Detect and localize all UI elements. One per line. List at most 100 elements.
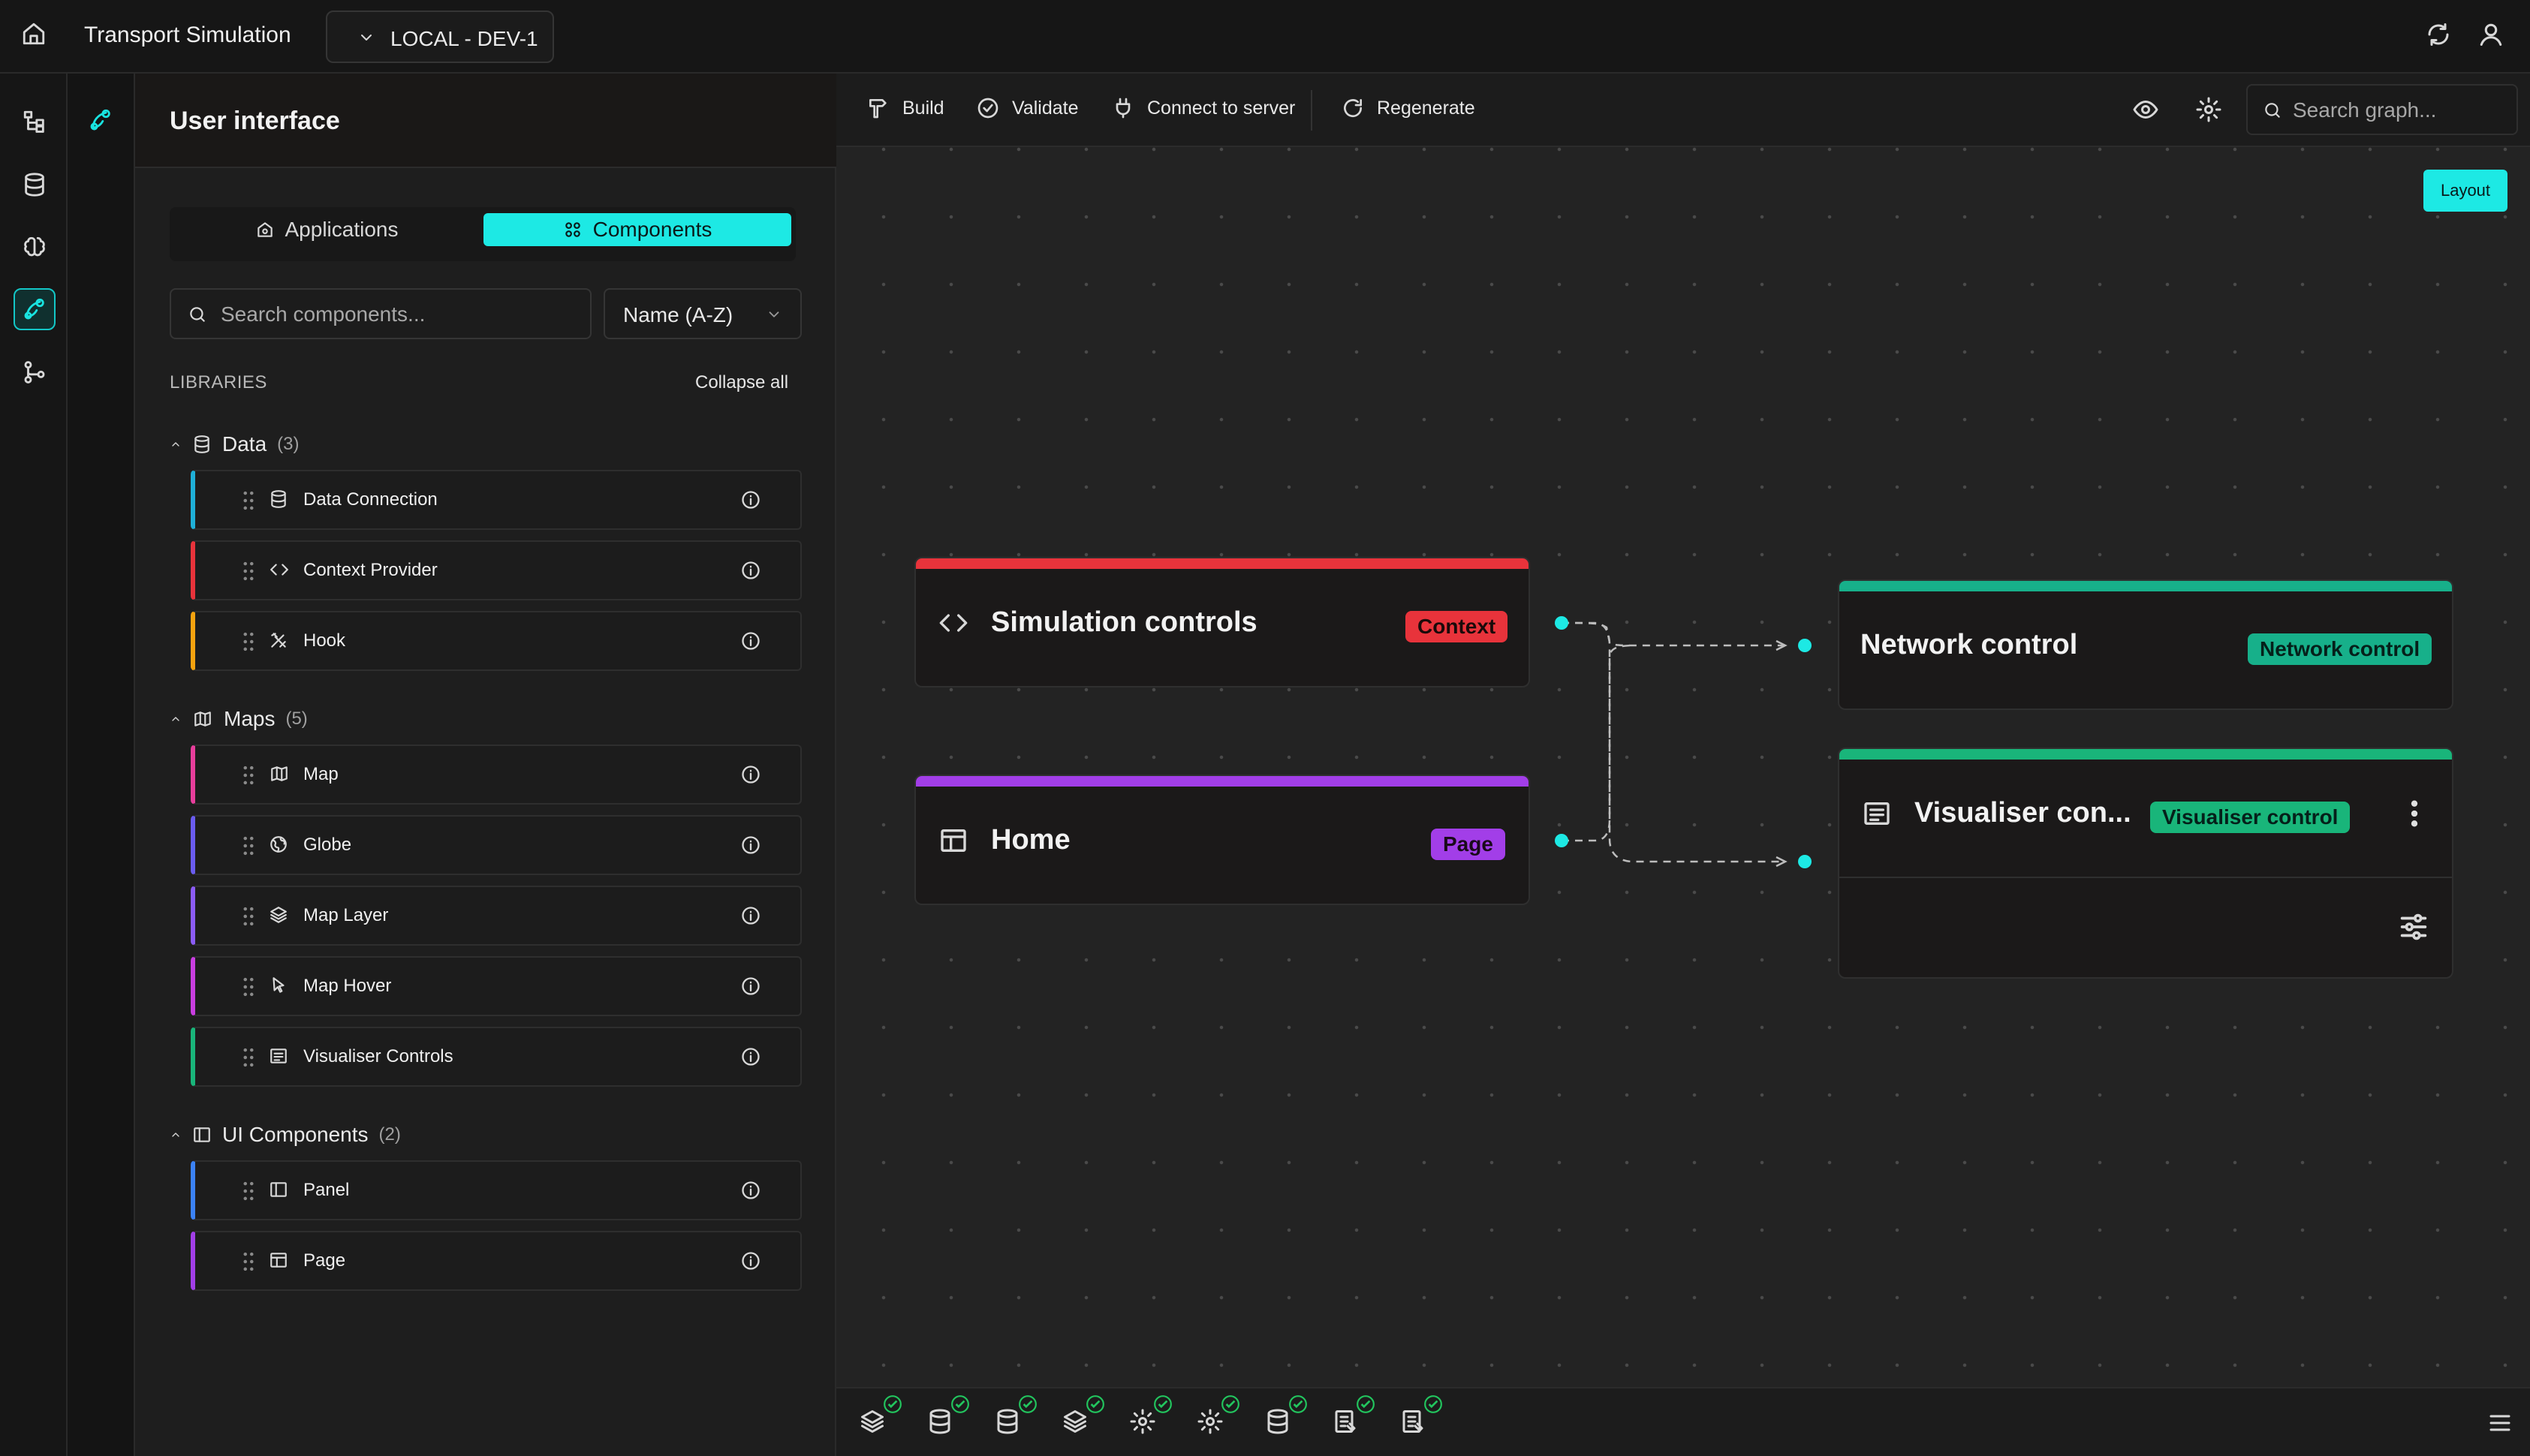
- home-icon[interactable]: [21, 21, 53, 53]
- drag-handle-icon[interactable]: [240, 974, 257, 1000]
- component-item-globe[interactable]: Globe: [191, 815, 802, 875]
- tab-components[interactable]: Components: [483, 213, 791, 246]
- input-port: [1798, 639, 1812, 652]
- node-title: Visualiser con...: [1914, 797, 2131, 829]
- document-icon[interactable]: [1332, 1408, 1359, 1435]
- eye-icon[interactable]: [2132, 96, 2159, 123]
- group-header-data[interactable]: Data (3): [170, 429, 300, 459]
- app-title: Transport Simulation: [84, 23, 291, 47]
- document-icon[interactable]: [1399, 1408, 1426, 1435]
- connect-to-server-button[interactable]: Connect to server: [1111, 96, 1295, 120]
- more-options-icon[interactable]: [2410, 799, 2419, 829]
- brain-icon[interactable]: [14, 227, 56, 269]
- info-icon[interactable]: [740, 630, 761, 651]
- layers-icon[interactable]: [859, 1408, 886, 1435]
- component-item-page[interactable]: Page: [191, 1231, 802, 1291]
- group-name: UI Components: [222, 1123, 369, 1146]
- user-icon[interactable]: [2477, 21, 2504, 48]
- database-icon[interactable]: [926, 1408, 953, 1435]
- drag-handle-icon[interactable]: [240, 558, 257, 584]
- info-icon[interactable]: [740, 489, 761, 510]
- info-icon[interactable]: [740, 1180, 761, 1201]
- component-item-map-hover[interactable]: Map Hover: [191, 956, 802, 1016]
- branch-icon[interactable]: [14, 351, 56, 393]
- primary-nav-rail: [0, 74, 68, 1456]
- status-bar: [836, 1387, 2530, 1456]
- search-components-input[interactable]: [221, 300, 574, 329]
- gear-icon[interactable]: [1197, 1408, 1224, 1435]
- component-item-panel[interactable]: Panel: [191, 1160, 802, 1220]
- component-label: Panel: [303, 1180, 350, 1200]
- drag-handle-icon[interactable]: [240, 833, 257, 859]
- panel-title: User interface: [170, 107, 340, 135]
- layers-icon: [269, 905, 288, 925]
- info-icon[interactable]: [740, 1046, 761, 1067]
- info-icon[interactable]: [740, 1250, 761, 1271]
- gear-icon[interactable]: [2195, 96, 2222, 123]
- node-network-control[interactable]: Network control Network control: [1838, 579, 2453, 710]
- node-visualiser-control[interactable]: Visualiser con... Visualiser control: [1838, 748, 2453, 979]
- validate-button[interactable]: Validate: [976, 96, 1079, 120]
- drag-handle-icon[interactable]: [240, 1249, 257, 1274]
- component-item-visualiser-controls[interactable]: Visualiser Controls: [191, 1027, 802, 1087]
- menu-icon[interactable]: [2486, 1409, 2513, 1436]
- group-header-ui-components[interactable]: UI Components (2): [170, 1120, 401, 1150]
- environment-select[interactable]: LOCAL - DEV-1: [326, 11, 554, 63]
- drag-handle-icon[interactable]: [240, 629, 257, 654]
- drag-handle-icon[interactable]: [240, 763, 257, 788]
- tree-icon[interactable]: [14, 101, 56, 143]
- build-label: Build: [902, 97, 944, 119]
- component-item-hook[interactable]: Hook: [191, 611, 802, 671]
- info-icon[interactable]: [740, 976, 761, 997]
- drag-handle-icon[interactable]: [240, 1045, 257, 1070]
- tab-applications[interactable]: Applications: [176, 213, 477, 246]
- build-button[interactable]: Build: [866, 96, 944, 120]
- info-icon[interactable]: [740, 905, 761, 926]
- globe-icon: [269, 835, 288, 854]
- panel-icon: [269, 1180, 288, 1199]
- search-graph-input[interactable]: [2293, 96, 2503, 125]
- chevron-down-icon: [357, 29, 375, 47]
- hammer-icon: [869, 99, 887, 119]
- chevron-down-icon: [766, 306, 782, 323]
- drag-handle-icon[interactable]: [240, 904, 257, 929]
- node-type-badge: Network control: [2248, 633, 2432, 665]
- regenerate-button[interactable]: Regenerate: [1341, 96, 1475, 120]
- gear-icon[interactable]: [1129, 1408, 1156, 1435]
- component-item-map[interactable]: Map: [191, 745, 802, 805]
- database-icon[interactable]: [14, 164, 56, 206]
- output-port: [1555, 834, 1568, 847]
- node-home[interactable]: Home Page: [914, 775, 1530, 905]
- components-icon[interactable]: [80, 99, 122, 141]
- database-icon: [269, 489, 288, 509]
- component-label: Globe: [303, 835, 352, 855]
- info-icon[interactable]: [740, 835, 761, 856]
- drag-handle-icon[interactable]: [240, 488, 257, 513]
- node-color-bar: [1839, 749, 2452, 760]
- group-count: (3): [277, 434, 300, 454]
- plug-icon: [1116, 98, 1131, 119]
- drag-handle-icon[interactable]: [240, 1178, 257, 1204]
- component-label: Map Hover: [303, 976, 392, 996]
- sliders-icon[interactable]: [2396, 910, 2431, 944]
- search-icon: [188, 305, 207, 324]
- database-icon[interactable]: [1264, 1408, 1291, 1435]
- component-item-context-provider[interactable]: Context Provider: [191, 540, 802, 600]
- component-item-map-layer[interactable]: Map Layer: [191, 886, 802, 946]
- input-port: [1798, 855, 1812, 868]
- database-icon[interactable]: [994, 1408, 1021, 1435]
- group-name: Data: [222, 432, 267, 456]
- collapse-all-button[interactable]: Collapse all: [695, 372, 788, 393]
- chevron-up-icon: [172, 717, 179, 721]
- refresh-icon[interactable]: [2425, 21, 2452, 48]
- component-item-data-connection[interactable]: Data Connection: [191, 470, 802, 530]
- group-header-maps[interactable]: Maps (5): [170, 704, 308, 734]
- layers-icon[interactable]: [1062, 1408, 1089, 1435]
- sort-select[interactable]: Name (A-Z): [604, 288, 802, 339]
- info-icon[interactable]: [740, 764, 761, 785]
- graph-canvas[interactable]: Layout Simulation controls Context Home …: [836, 147, 2530, 1387]
- components-icon[interactable]: [14, 288, 56, 330]
- info-icon[interactable]: [740, 560, 761, 581]
- node-simulation-controls[interactable]: Simulation controls Context: [914, 557, 1530, 687]
- library-panel: User interface Applications Components N…: [135, 74, 836, 1456]
